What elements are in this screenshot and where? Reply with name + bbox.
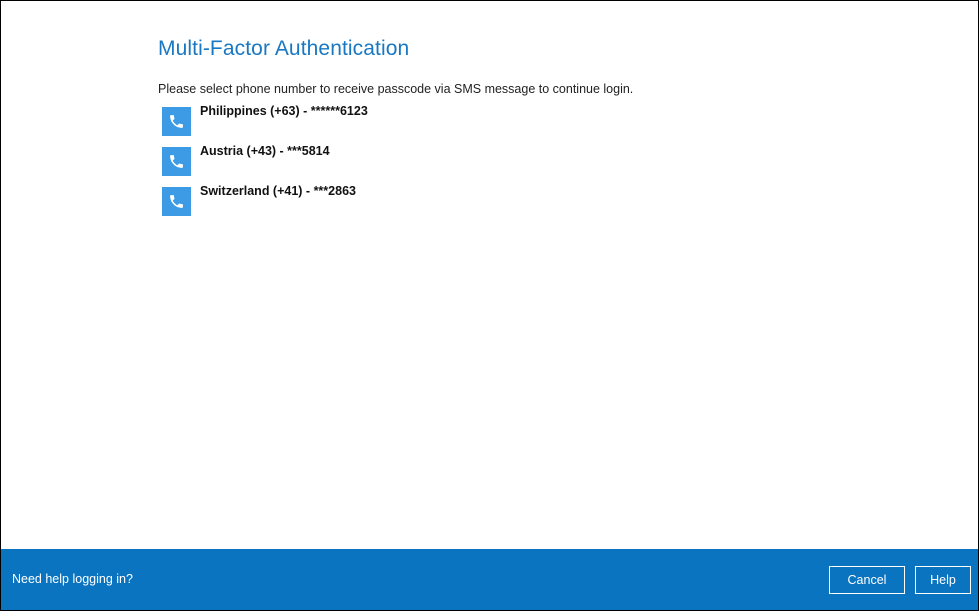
phone-icon[interactable] xyxy=(162,107,191,136)
mfa-dialog: Multi-Factor Authentication Please selec… xyxy=(0,0,979,611)
footer-bar: Need help logging in? Cancel Help xyxy=(1,549,978,610)
phone-label[interactable]: Switzerland (+41) - ***2863 xyxy=(200,184,356,198)
phone-label[interactable]: Austria (+43) - ***5814 xyxy=(200,144,330,158)
page-title: Multi-Factor Authentication xyxy=(158,37,410,60)
cancel-button[interactable]: Cancel xyxy=(829,566,905,594)
help-button[interactable]: Help xyxy=(915,566,971,594)
phone-label[interactable]: Philippines (+63) - ******6123 xyxy=(200,104,368,118)
need-help-link[interactable]: Need help logging in? xyxy=(12,572,133,586)
instruction-text: Please select phone number to receive pa… xyxy=(158,82,634,96)
phone-icon[interactable] xyxy=(162,187,191,216)
phone-icon[interactable] xyxy=(162,147,191,176)
